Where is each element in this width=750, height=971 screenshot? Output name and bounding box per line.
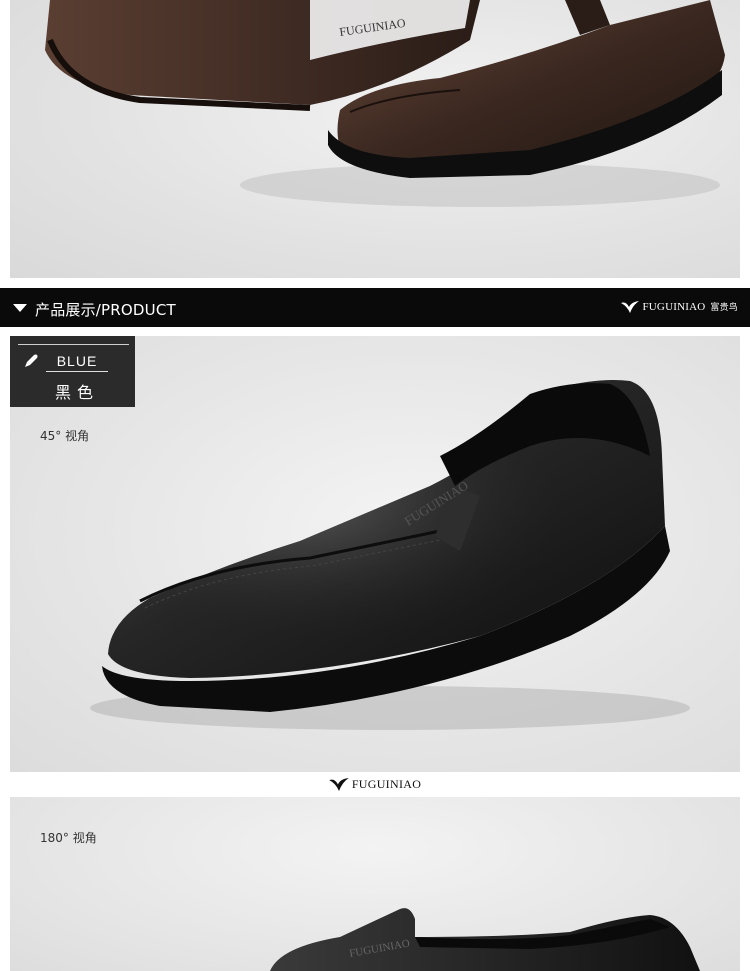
bird-logo-icon bbox=[621, 300, 640, 313]
tag-divider-mid bbox=[46, 371, 108, 372]
tag-divider-top bbox=[18, 344, 129, 345]
side-view-image: FUGUINIAO bbox=[10, 797, 740, 971]
footer-brand-text: FUGUINIAO bbox=[351, 777, 422, 791]
color-name-cn: 黑色 bbox=[54, 383, 99, 402]
brown-shoes-image: FUGUINIAO bbox=[45, 0, 725, 207]
color-swatch-tag: BLUE 黑色 bbox=[10, 336, 135, 407]
view-angle-180-label: 180° 视角 bbox=[40, 831, 97, 845]
top-product-image: FUGUINIAO bbox=[10, 0, 740, 278]
header-brand-cn: 富贵鸟 bbox=[710, 303, 738, 313]
header-brand-logo: FUGUINIAO 富贵鸟 bbox=[621, 300, 738, 313]
section-header-bar: 产品展示/PRODUCT FUGUINIAO 富贵鸟 bbox=[0, 288, 750, 327]
color-name-en: BLUE bbox=[56, 353, 98, 369]
bird-logo-icon bbox=[329, 778, 349, 791]
section-title: 产品展示/PRODUCT bbox=[35, 301, 176, 319]
black-shoe-side-image: FUGUINIAO bbox=[270, 908, 700, 971]
header-brand-text: FUGUINIAO bbox=[642, 300, 706, 313]
triangle-down-icon bbox=[13, 304, 27, 312]
footer-brand-logo: FUGUINIAO bbox=[0, 777, 750, 792]
view-angle-45-label: 45° 视角 bbox=[40, 429, 90, 443]
pen-icon bbox=[25, 354, 38, 367]
